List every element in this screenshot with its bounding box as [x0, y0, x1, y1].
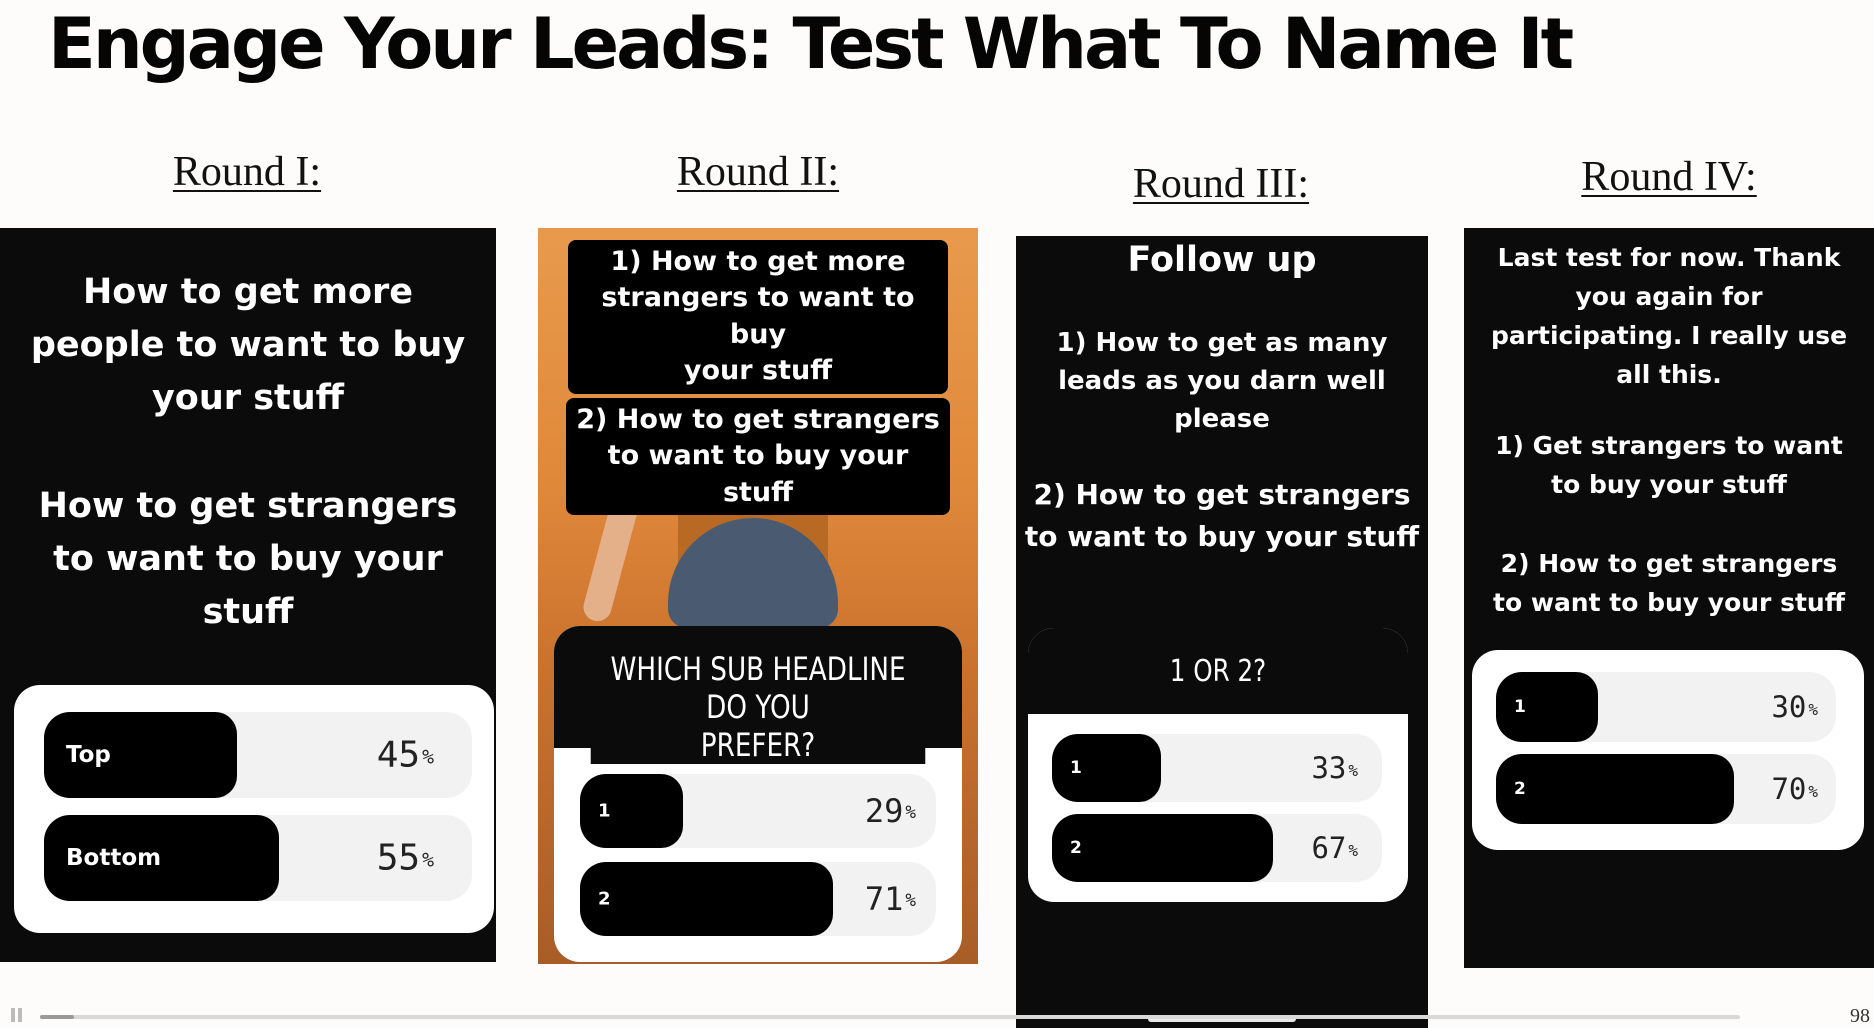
poll-option-2[interactable]: 2 70%	[1496, 754, 1836, 824]
poll-option-bar	[580, 862, 833, 936]
poll-option-label: 2	[598, 888, 611, 910]
poll-option-percent: 29%	[864, 792, 916, 830]
round-3-option-text-2: 2) How to get strangers to want to buy yo…	[1024, 478, 1420, 553]
pause-icon[interactable]	[10, 1008, 24, 1022]
poll-option-label: 1	[598, 800, 611, 822]
round-1-option-text-2: How to get strangers to want to buy your s…	[38, 486, 458, 632]
round-2-option-sticker-2: 2) How to get strangers to want to buy yo…	[566, 398, 950, 516]
round-2-story-screenshot: 1) How to get more strangers to want to b…	[538, 228, 978, 964]
round-3-heading: Follow up	[1127, 240, 1317, 280]
poll-option-1[interactable]: 1 33%	[1052, 734, 1382, 802]
round-3-story-screenshot: Follow up 1) How to get as many leads as …	[1016, 236, 1428, 1028]
poll-option-percent: 30%	[1771, 690, 1818, 724]
round-3-poll-card: 1 OR 2? 1 33% 2 67%	[1028, 628, 1408, 902]
page-number: 98	[1850, 1005, 1870, 1027]
poll-option-bottom[interactable]: Bottom 55%	[44, 815, 472, 901]
poll-option-percent: 70%	[1771, 772, 1818, 806]
poll-option-label: 2	[1514, 779, 1526, 799]
round-4-option-text-1: 1) Get strangers to want to buy your stuf…	[1495, 431, 1843, 499]
poll-option-bar	[1052, 734, 1161, 802]
poll-option-label: 1	[1514, 697, 1526, 717]
poll-option-bar	[1052, 814, 1274, 882]
round-1-option-text-1: How to get more people to want to buy your…	[30, 272, 466, 418]
poll-option-bar	[1496, 754, 1734, 824]
slide-title: Engage Your Leads: Test What To Name It	[48, 3, 1574, 85]
poll-option-label: 2	[1070, 838, 1082, 858]
round-4-intro-text: Last test for now. Thank you again for par…	[1490, 243, 1848, 389]
poll-option-top[interactable]: Top 45%	[44, 712, 472, 798]
poll-question-header: WHICH SUB HEADLINE DO YOU PREFER?	[554, 626, 962, 764]
poll-option-percent: 55%	[376, 837, 434, 879]
poll-option-label: Bottom	[66, 845, 162, 871]
poll-option-percent: 45%	[376, 734, 434, 776]
playback-progress-bar[interactable]	[40, 1015, 1740, 1019]
round-4-story-screenshot: Last test for now. Thank you again for par…	[1464, 228, 1874, 968]
poll-option-bar	[580, 774, 684, 848]
poll-option-2[interactable]: 2 71%	[580, 862, 936, 936]
round-1-poll-card: Top 45% Bottom 55%	[14, 685, 494, 933]
playback-progress-fill	[40, 1015, 74, 1019]
poll-question-header: 1 OR 2?	[1028, 628, 1408, 714]
round-4-option-text-2: 2) How to get strangers to want to buy yo…	[1493, 549, 1845, 617]
round-4-poll-card: 1 30% 2 70%	[1472, 650, 1864, 850]
poll-option-percent: 71%	[864, 880, 916, 918]
poll-option-1[interactable]: 1 29%	[580, 774, 936, 848]
poll-option-percent: 67%	[1311, 831, 1358, 865]
round-1-story-screenshot: How to get more people to want to buy your…	[0, 228, 496, 962]
poll-option-2[interactable]: 2 67%	[1052, 814, 1382, 882]
round-3-option-text-1: 1) How to get as many leads as you darn w…	[1056, 328, 1388, 434]
poll-option-label: Top	[66, 742, 111, 768]
round-2-poll-card: WHICH SUB HEADLINE DO YOU PREFER? 1 29% 2…	[554, 626, 962, 962]
round-4-label: Round IV:	[1581, 154, 1757, 200]
round-1-label: Round I:	[172, 149, 322, 195]
round-2-label: Round II:	[676, 149, 840, 195]
poll-option-bar	[1496, 672, 1598, 742]
poll-option-1[interactable]: 1 30%	[1496, 672, 1836, 742]
round-2-option-sticker-1: 1) How to get more strangers to want to b…	[568, 240, 948, 394]
round-3-label: Round III:	[1132, 161, 1310, 207]
poll-option-percent: 33%	[1311, 751, 1358, 785]
poll-option-label: 1	[1070, 758, 1082, 778]
